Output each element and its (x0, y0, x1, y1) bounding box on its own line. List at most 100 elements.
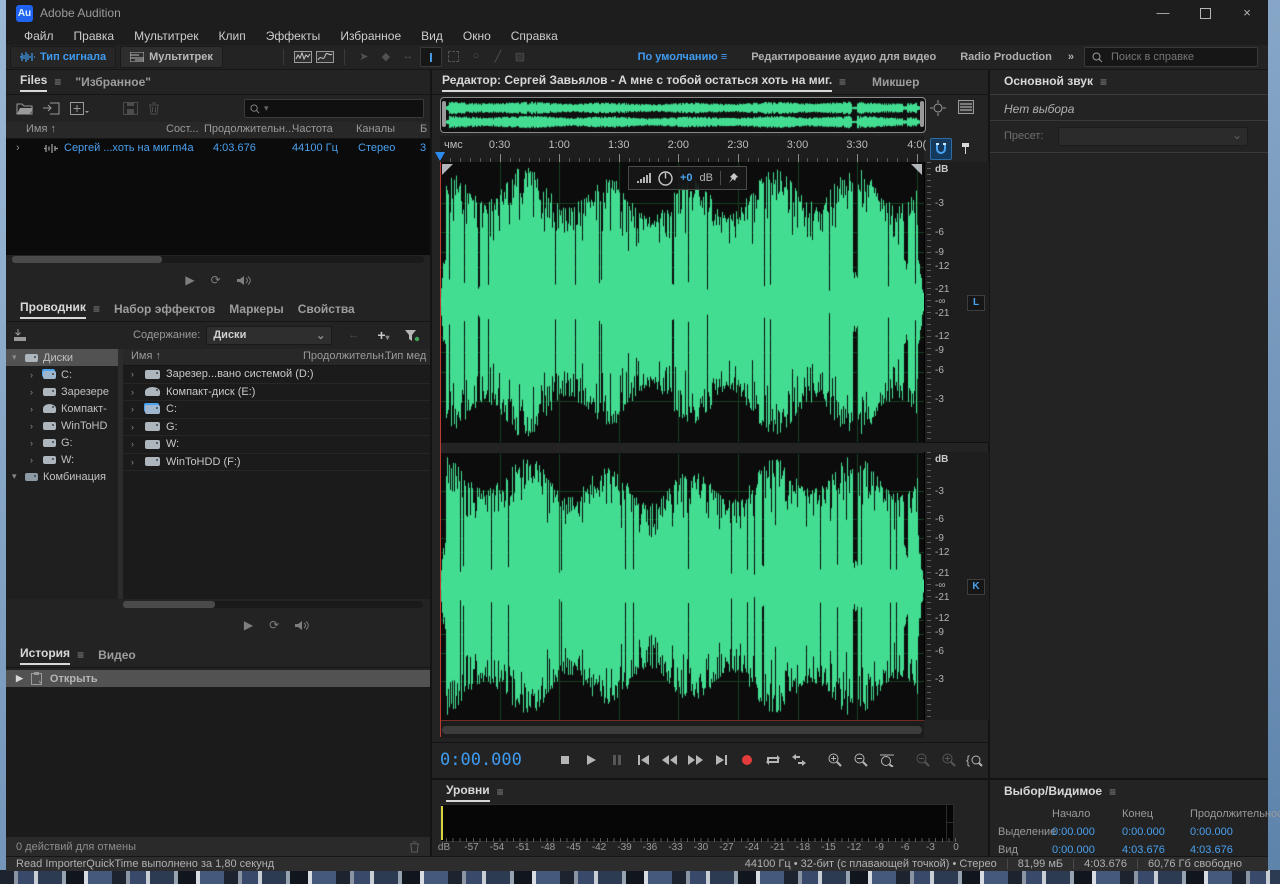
playhead-line[interactable] (440, 162, 441, 737)
new-container-icon[interactable] (70, 102, 89, 115)
tab-mixer[interactable]: Микшер (872, 75, 919, 89)
tree-item-1[interactable]: ›Зарезере (6, 383, 118, 400)
delete-icon[interactable] (409, 841, 420, 853)
custom-zoom-button[interactable]: { (962, 749, 988, 771)
drive-row-5[interactable]: ›WinToHDD (F:) (123, 454, 430, 472)
tab-effects-rack[interactable]: Набор эффектов (114, 302, 215, 316)
overview-right-handle[interactable] (920, 101, 924, 127)
tree-item-4[interactable]: ›G: (6, 434, 118, 451)
go-to-end-button[interactable] (708, 749, 734, 771)
content-dropdown[interactable]: Диски ⌄ (206, 326, 332, 345)
back-icon[interactable]: ← (348, 329, 359, 341)
files-column-1[interactable]: Сост... (166, 123, 199, 135)
add-shortcut-icon[interactable] (14, 329, 29, 341)
minimize-button[interactable]: — (1142, 0, 1184, 26)
zoom-out-horizontal-button[interactable] (848, 749, 874, 771)
menu-item-6[interactable]: Вид (411, 29, 453, 43)
selection-value[interactable]: 4:03.676 (1190, 844, 1233, 856)
zoom-out-full-button[interactable] (910, 749, 936, 771)
time-selection-tool[interactable]: I (420, 47, 442, 67)
menu-item-5[interactable]: Избранное (330, 29, 411, 43)
preview-play-icon[interactable]: ▶ (185, 273, 194, 287)
workspace-1[interactable]: Редактирование аудио для видео (751, 51, 936, 63)
browser-horizontal-scrollbar[interactable] (123, 601, 423, 608)
tab-browser[interactable]: Проводник (20, 300, 86, 319)
add-icon[interactable]: +▾ (377, 327, 389, 343)
files-column-3[interactable]: Частота (292, 123, 333, 135)
workspace-0[interactable]: По умолчанию ≡ (638, 51, 728, 63)
history-panel-menu-icon[interactable]: ≡ (77, 648, 84, 662)
selection-value[interactable]: 0:00.000 (1122, 826, 1165, 838)
tab-properties[interactable]: Свойства (298, 302, 355, 316)
files-column-0[interactable]: Имя ↑ (26, 123, 56, 135)
snap-toggle-button[interactable] (930, 138, 952, 160)
display-options-icon[interactable] (958, 100, 974, 116)
menu-item-8[interactable]: Справка (501, 29, 568, 43)
maximize-button[interactable] (1184, 0, 1226, 26)
zoom-in-horizontal-button[interactable] (822, 749, 848, 771)
selection-view-menu-icon[interactable]: ≡ (1109, 785, 1116, 799)
drives-column-2[interactable]: Тип мед (385, 350, 426, 362)
files-column-headers[interactable]: Имя ↑Сост...Продолжительн...ЧастотаКанал… (6, 122, 430, 139)
tree-item-3[interactable]: ›WinToHD (6, 417, 118, 434)
drives-column-0[interactable]: Имя ↑ (131, 350, 161, 362)
files-search-box[interactable]: ▾ (244, 99, 424, 118)
save-icon[interactable] (123, 102, 138, 115)
expand-chevron-icon[interactable]: › (16, 142, 20, 154)
playhead-handle[interactable] (435, 152, 445, 161)
menu-item-2[interactable]: Мультитрек (124, 29, 208, 43)
fast-forward-button[interactable] (682, 749, 708, 771)
filter-icon[interactable] (404, 329, 420, 342)
rewind-button[interactable] (656, 749, 682, 771)
browser-panel-menu-icon[interactable]: ≡ (93, 302, 100, 316)
files-column-5[interactable]: Б (420, 123, 427, 135)
preview-volume-icon[interactable] (237, 275, 251, 286)
zoom-reset-button[interactable] (936, 749, 962, 771)
drives-column-1[interactable]: Продолжительн... (303, 350, 393, 362)
zoom-to-selection-button[interactable] (874, 749, 900, 771)
drive-row-3[interactable]: ›G: (123, 419, 430, 437)
overview-navigator[interactable] (440, 97, 926, 133)
import-file-icon[interactable] (43, 102, 60, 115)
paintbrush-selection-tool[interactable]: ╱ (488, 47, 508, 65)
waveform-editor-button[interactable]: Тип сигнала (10, 46, 116, 68)
go-to-start-button[interactable] (630, 749, 656, 771)
drive-row-2[interactable]: ›C: (123, 401, 430, 419)
marker-pin-icon[interactable] (956, 138, 974, 158)
file-row[interactable]: › Сергей ...хоть на миг.m4a 4:03.676 441… (6, 141, 430, 157)
files-panel-menu-icon[interactable]: ≡ (54, 75, 61, 89)
preset-dropdown[interactable] (1058, 127, 1248, 146)
scrollbar-thumb[interactable] (442, 726, 922, 734)
db-scale-right-channel[interactable]: dB-3-3-6-6-9-9-12-12-21-21-∞K (924, 452, 989, 720)
gain-knob-icon[interactable] (658, 171, 673, 186)
multitrack-button[interactable]: Мультитрек (120, 46, 223, 68)
tab-history[interactable]: История (20, 646, 70, 665)
editor-panel-menu-icon[interactable]: ≡ (839, 75, 846, 89)
tree-item-2[interactable]: ›Компакт- (6, 400, 118, 417)
selection-value[interactable]: 0:00.000 (1190, 826, 1233, 838)
menu-item-1[interactable]: Правка (64, 29, 125, 43)
time-display[interactable]: 0:00.000 (440, 750, 534, 770)
files-horizontal-scrollbar[interactable] (12, 256, 424, 263)
menu-item-0[interactable]: Файл (14, 29, 64, 43)
timeline-ruler[interactable]: чмс 0:301:001:302:002:303:003:304:0( (440, 136, 924, 163)
preview-play-icon[interactable]: ▶ (244, 618, 253, 632)
tab-files[interactable]: Files (20, 73, 47, 92)
loop-playback-button[interactable] (760, 749, 786, 771)
waveform-display-button[interactable] (293, 48, 313, 66)
workspace-2[interactable]: Radio Production (960, 51, 1052, 63)
navigate-zoom-icon[interactable] (930, 100, 946, 116)
tree-item-root[interactable]: ▾Диски (6, 349, 118, 366)
help-search-box[interactable] (1084, 47, 1258, 67)
workspace-menu-icon[interactable]: ≡ (718, 51, 727, 63)
delete-icon[interactable] (148, 102, 160, 115)
stop-button[interactable] (552, 749, 578, 771)
files-column-2[interactable]: Продолжительн... (204, 123, 294, 135)
pause-button[interactable] (604, 749, 630, 771)
tree-item-5[interactable]: ›W: (6, 451, 118, 468)
menu-item-4[interactable]: Эффекты (256, 29, 331, 43)
selection-value[interactable]: 4:03.676 (1122, 844, 1165, 856)
essential-sound-menu-icon[interactable]: ≡ (1100, 75, 1107, 89)
zoom-scrollbar[interactable] (440, 720, 924, 738)
drive-row-4[interactable]: ›W: (123, 436, 430, 454)
